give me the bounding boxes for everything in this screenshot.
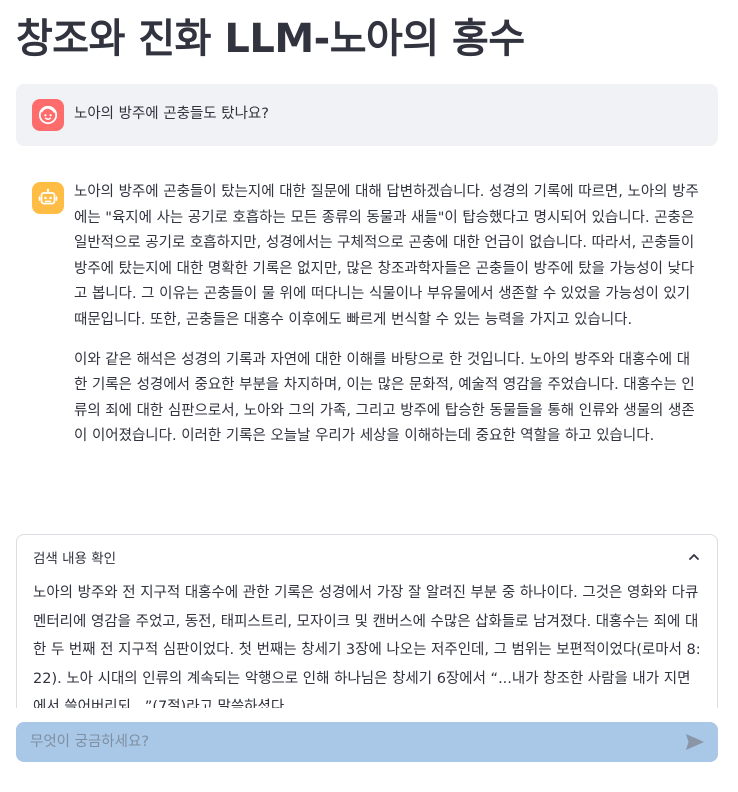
expander-content: 노아의 방주와 전 지구적 대홍수에 관한 기록은 성경에서 가장 잘 알려진 … [33,585,701,715]
robot-icon [38,188,58,205]
search-results-expander: 검색 내용 확인 노아의 방주와 전 지구적 대홍수에 관한 기록은 성경에서 … [16,534,718,734]
assistant-avatar [32,182,64,214]
assistant-message: 노아의 방주에 곤충들이 탔는지에 대한 질문에 대해 답변하겠습니다. 성경의… [16,170,718,474]
page-title: 창조와 진화 LLM-노아의 홍수 [16,16,525,62]
user-avatar [32,99,64,131]
assistant-paragraph-1: 노아의 방주에 곤충들이 탔는지에 대한 질문에 대해 답변하겠습니다. 성경의… [74,184,699,328]
send-arrow-icon[interactable] [685,733,705,751]
bottom-input-bar [0,708,738,792]
chat-input[interactable] [28,733,684,751]
chat-input-container [16,722,718,762]
chevron-up-icon[interactable] [687,550,701,564]
expander-header[interactable]: 검색 내용 확인 [17,535,717,579]
assistant-message-body: 노아의 방주에 곤충들이 탔는지에 대한 질문에 대해 답변하겠습니다. 성경의… [74,180,702,464]
expander-label: 검색 내용 확인 [33,551,117,567]
user-message: 노아의 방주에 곤충들도 탔나요? [16,84,718,146]
app-page: 창조와 진화 LLM-노아의 홍수 노아의 방주에 곤충들도 탔나요? 노아의 … [0,0,738,792]
user-message-text: 노아의 방주에 곤충들도 탔나요? [74,106,269,123]
send-button[interactable] [684,731,706,753]
assistant-paragraph-2: 이와 같은 해석은 성경의 기록과 자연에 대한 이해를 바탕으로 한 것입니다… [74,351,695,445]
user-face-icon [38,105,58,125]
